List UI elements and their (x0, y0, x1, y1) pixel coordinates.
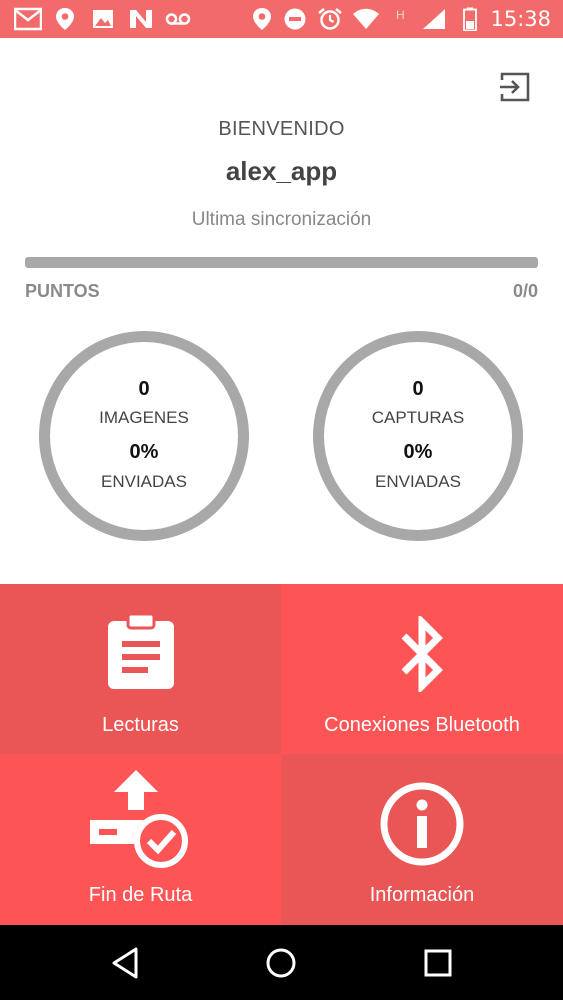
image-icon (93, 10, 113, 28)
captures-count: 0 (412, 378, 424, 400)
battery-icon (463, 7, 477, 31)
images-count: 0 (138, 378, 150, 400)
username: alex_app (225, 156, 338, 186)
bluetooth-label: Conexiones Bluetooth (324, 714, 520, 736)
points-label: PUNTOS (25, 281, 100, 301)
alarm-icon (318, 8, 342, 30)
system-nav-bar (0, 925, 563, 1000)
n-notification-icon (130, 10, 152, 28)
wifi-icon (353, 8, 379, 29)
points-progress-bar (25, 257, 538, 268)
info-icon (380, 782, 464, 866)
clipboard-icon (107, 614, 174, 689)
images-label: IMAGENES (99, 408, 189, 427)
information-tile[interactable]: Información (281, 754, 563, 925)
captures-label: CAPTURAS (371, 408, 465, 427)
location-icon (253, 8, 271, 30)
points-value: 0/0 (512, 281, 538, 301)
location-icon (56, 8, 74, 30)
captures-stat-ring: 0 CAPTURAS 0% ENVIADAS (313, 331, 523, 541)
images-percent: 0% (129, 441, 159, 463)
information-label: Información (369, 884, 475, 906)
bluetooth-icon (401, 616, 443, 692)
images-status: ENVIADAS (101, 472, 187, 491)
do-not-disturb-icon (284, 8, 306, 30)
route-end-label: Fin de Ruta (88, 884, 193, 906)
logout-icon[interactable] (498, 70, 532, 104)
clock: 15:38 (490, 7, 551, 31)
readings-label: Lecturas (102, 714, 179, 736)
status-bar: H 15:38 (0, 0, 563, 38)
signal-icon (423, 9, 445, 29)
captures-percent: 0% (403, 441, 433, 463)
gmail-icon (14, 7, 42, 31)
voicemail-icon (165, 13, 191, 25)
menu-tiles: Lecturas Conexiones Bluetooth Fin de Rut… (0, 584, 563, 925)
images-stat-ring: 0 IMAGENES 0% ENVIADAS (39, 331, 249, 541)
svg-text:H: H (396, 8, 405, 22)
readings-tile[interactable]: Lecturas (0, 584, 281, 754)
recents-icon[interactable] (420, 945, 456, 981)
route-end-tile[interactable]: Fin de Ruta (0, 754, 281, 925)
welcome-heading: BIENVENIDO (218, 118, 345, 140)
bluetooth-connections-tile[interactable]: Conexiones Bluetooth (281, 584, 563, 754)
home-icon[interactable] (263, 945, 299, 981)
back-icon[interactable] (108, 945, 144, 981)
route-end-icon (89, 770, 188, 868)
h-network-icon: H (396, 8, 405, 22)
captures-status: ENVIADAS (375, 472, 461, 491)
last-sync-label: Ultima sincronización (191, 209, 372, 230)
